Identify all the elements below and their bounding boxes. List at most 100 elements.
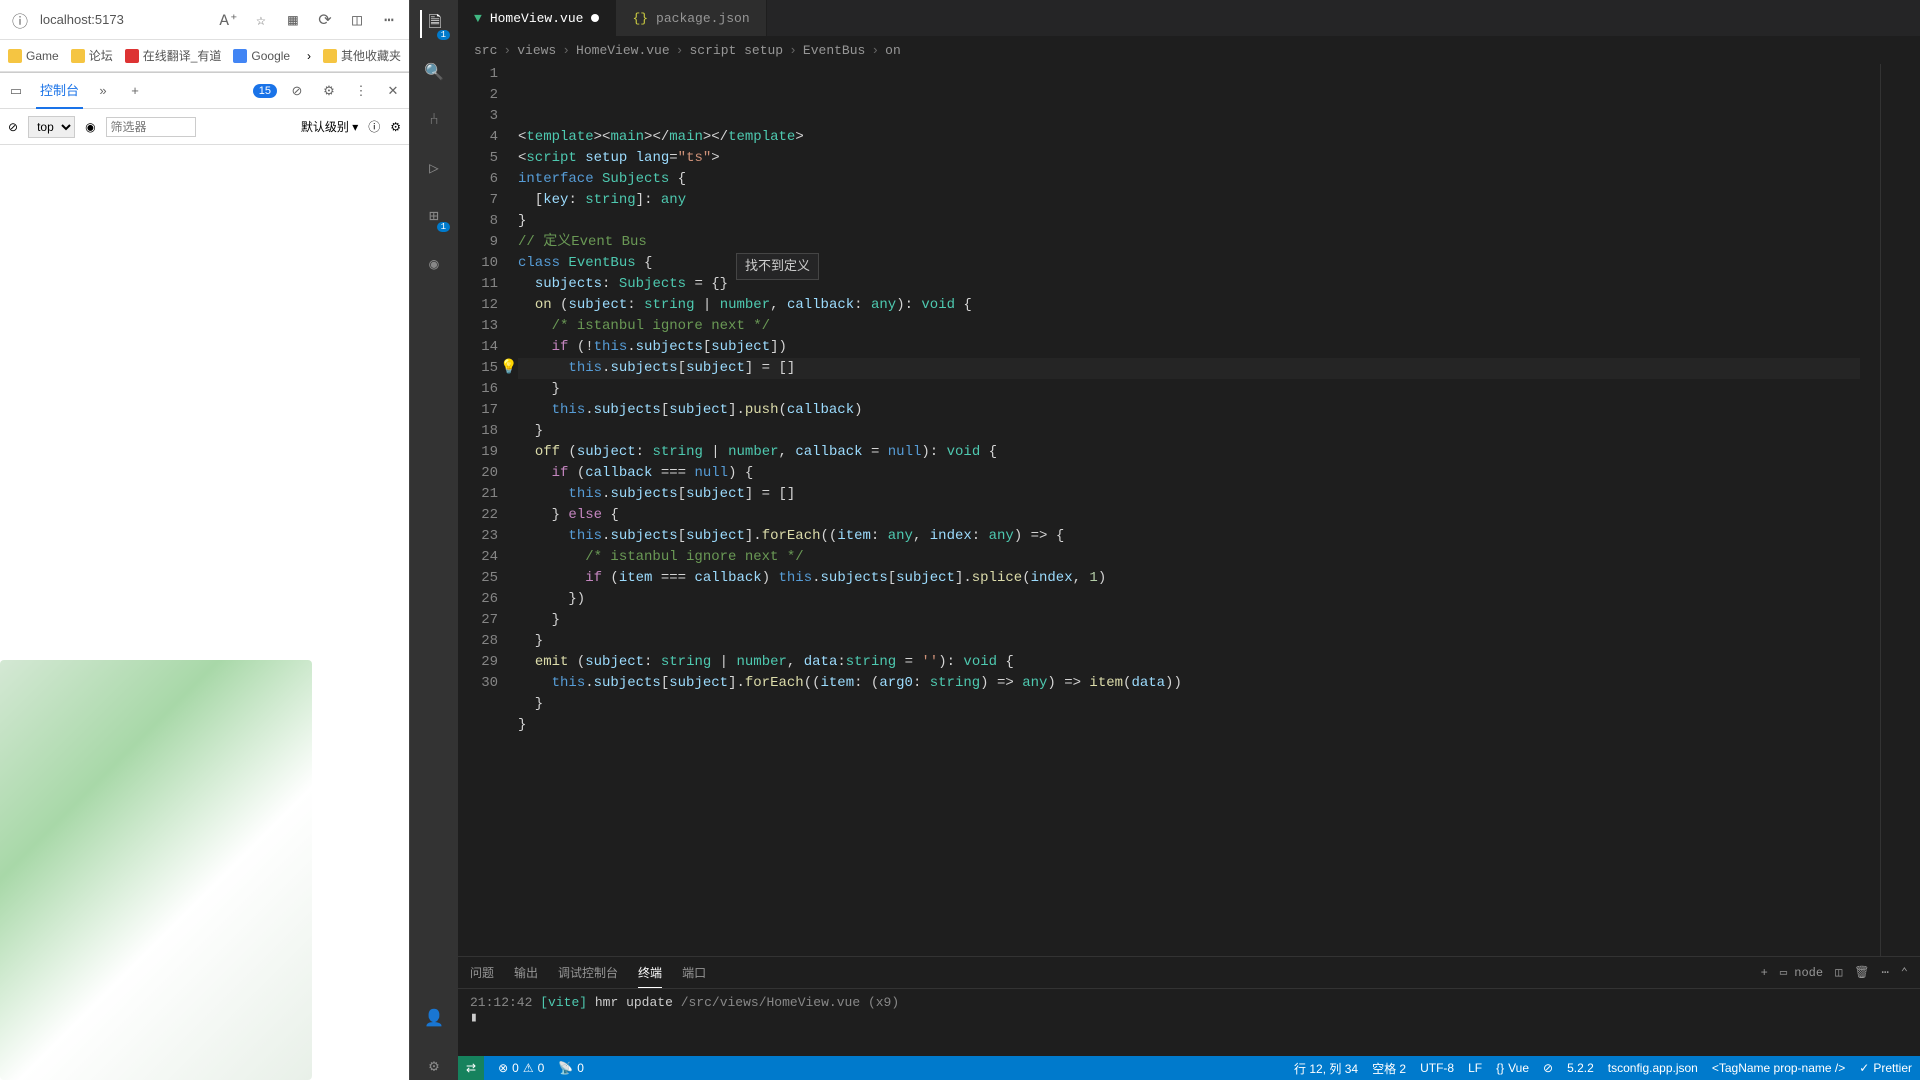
- eye-icon[interactable]: ◉: [85, 120, 95, 134]
- code-line[interactable]: }): [518, 589, 1860, 610]
- code-line[interactable]: this.subjects[subject].forEach((item: (a…: [518, 673, 1860, 694]
- editor-tab[interactable]: {}package.json: [616, 0, 766, 36]
- code-line[interactable]: this.subjects[subject] = []: [518, 484, 1860, 505]
- ts-version[interactable]: 5.2.2: [1567, 1061, 1594, 1075]
- chevron-up-icon[interactable]: ⌃: [1901, 965, 1908, 980]
- breadcrumb-item[interactable]: on: [885, 43, 901, 58]
- panel-tab[interactable]: 终端: [638, 958, 662, 988]
- edge-icon[interactable]: ◉: [420, 250, 448, 278]
- bookmark-item[interactable]: 其他收藏夹: [323, 47, 401, 64]
- panel-tab[interactable]: 调试控制台: [558, 958, 618, 987]
- code-line[interactable]: }: [518, 379, 1860, 400]
- encoding[interactable]: UTF-8: [1420, 1061, 1454, 1075]
- star-icon[interactable]: ☆: [249, 8, 273, 32]
- source-control-icon[interactable]: ⑃: [420, 106, 448, 134]
- more-icon[interactable]: ⋯: [377, 8, 401, 32]
- code-line[interactable]: /* istanbul ignore next */: [518, 547, 1860, 568]
- info-icon[interactable]: ⓘ: [368, 118, 380, 135]
- code-line[interactable]: emit (subject: string | number, data:str…: [518, 652, 1860, 673]
- problems-status[interactable]: ⊗ 0 ⚠ 0: [498, 1061, 544, 1075]
- kebab-icon[interactable]: ⋮: [349, 79, 373, 103]
- filter-input[interactable]: [106, 117, 196, 137]
- bookmark-item[interactable]: 在线翻译_有道: [125, 47, 222, 64]
- minimap[interactable]: [1880, 64, 1920, 956]
- remote-indicator[interactable]: ⇄: [458, 1056, 484, 1080]
- code-line[interactable]: this.subjects[subject].push(callback): [518, 400, 1860, 421]
- code-line[interactable]: class EventBus {: [518, 253, 1860, 274]
- code-line[interactable]: subjects: Subjects = {}: [518, 274, 1860, 295]
- inspect-icon[interactable]: ▭: [4, 79, 28, 103]
- code-line[interactable]: <script setup lang="ts">: [518, 148, 1860, 169]
- terminal-shell-select[interactable]: ▭ node: [1780, 965, 1823, 980]
- tsconfig[interactable]: tsconfig.app.json: [1608, 1061, 1698, 1075]
- code-line[interactable]: interface Subjects {: [518, 169, 1860, 190]
- indentation[interactable]: 空格 2: [1372, 1060, 1406, 1077]
- code-line[interactable]: }: [518, 694, 1860, 715]
- code-line[interactable]: }: [518, 421, 1860, 442]
- bookmark-item[interactable]: Google: [233, 49, 290, 63]
- manage-icon[interactable]: ⚙: [420, 1052, 448, 1080]
- code-line[interactable]: on (subject: string | number, callback: …: [518, 295, 1860, 316]
- issues-badge[interactable]: 15: [253, 84, 277, 98]
- code-line[interactable]: if (!this.subjects[subject]): [518, 337, 1860, 358]
- code-line[interactable]: /* istanbul ignore next */: [518, 316, 1860, 337]
- split-icon[interactable]: ◫: [345, 8, 369, 32]
- reader-icon[interactable]: A⁺: [217, 8, 241, 32]
- code-line[interactable]: [key: string]: any: [518, 190, 1860, 211]
- panel-tab[interactable]: 输出: [514, 958, 538, 987]
- more-icon[interactable]: ⋯: [1882, 965, 1889, 980]
- breadcrumb-item[interactable]: views: [517, 43, 556, 58]
- code-line[interactable]: if (item === callback) this.subjects[sub…: [518, 568, 1860, 589]
- notifications-icon[interactable]: ⊘: [1543, 1061, 1553, 1075]
- chevron-right-icon[interactable]: ›: [307, 49, 311, 63]
- code-line[interactable]: // 定义Event Bus: [518, 232, 1860, 253]
- site-info-icon[interactable]: ⓘ: [8, 8, 32, 32]
- context-select[interactable]: top: [28, 116, 75, 138]
- code-lines[interactable]: <template><main></main></template><scrip…: [518, 64, 1880, 956]
- code-editor[interactable]: 1234567891011121314151617181920212223242…: [458, 64, 1920, 956]
- prettier-status[interactable]: ✓ Prettier: [1859, 1061, 1912, 1075]
- editor-tab[interactable]: ▼HomeView.vue: [458, 0, 616, 36]
- code-line[interactable]: }: [518, 211, 1860, 232]
- breadcrumb-item[interactable]: src: [474, 43, 497, 58]
- breadcrumb-item[interactable]: HomeView.vue: [576, 43, 670, 58]
- bookmark-item[interactable]: Game: [8, 49, 59, 63]
- terminal-content[interactable]: 21:12:42 [vite] hmr update /src/views/Ho…: [458, 989, 1920, 1056]
- clear-icon[interactable]: ⊘: [8, 120, 18, 134]
- debug-icon[interactable]: ▷: [420, 154, 448, 182]
- explorer-icon[interactable]: 🗎1: [420, 10, 448, 38]
- collections-icon[interactable]: ▦: [281, 8, 305, 32]
- url-bar[interactable]: localhost:5173: [40, 12, 209, 27]
- lightbulb-icon[interactable]: 💡: [500, 358, 517, 379]
- eol[interactable]: LF: [1468, 1061, 1482, 1075]
- level-select[interactable]: 默认级别 ▾: [301, 118, 358, 135]
- code-line[interactable]: }: [518, 715, 1860, 736]
- breadcrumb-item[interactable]: EventBus: [803, 43, 865, 58]
- code-line[interactable]: if (callback === null) {: [518, 463, 1860, 484]
- language-mode[interactable]: {} Vue: [1496, 1061, 1529, 1075]
- code-line[interactable]: }: [518, 631, 1860, 652]
- panel-tab[interactable]: 端口: [682, 958, 706, 987]
- tagname-format[interactable]: <TagName prop-name />: [1712, 1061, 1845, 1075]
- refresh-icon[interactable]: ⟳: [313, 8, 337, 32]
- trash-icon[interactable]: 🗑: [1854, 965, 1869, 980]
- code-line[interactable]: 💡 this.subjects[subject] = []: [518, 358, 1860, 379]
- extensions-icon[interactable]: ⊞1: [420, 202, 448, 230]
- settings-icon[interactable]: ⚙: [317, 79, 341, 103]
- code-line[interactable]: } else {: [518, 505, 1860, 526]
- link-icon[interactable]: ⊘: [285, 79, 309, 103]
- breadcrumb[interactable]: src›views›HomeView.vue›script setup›Even…: [458, 36, 1920, 64]
- gear-icon[interactable]: ⚙: [390, 120, 401, 134]
- breadcrumb-item[interactable]: script setup: [689, 43, 783, 58]
- account-icon[interactable]: 👤: [420, 1004, 448, 1032]
- search-icon[interactable]: 🔍: [420, 58, 448, 86]
- ports-status[interactable]: 📡 0: [558, 1061, 584, 1075]
- code-line[interactable]: <template><main></main></template>: [518, 127, 1860, 148]
- split-terminal-icon[interactable]: ◫: [1835, 965, 1842, 980]
- console-tab[interactable]: 控制台: [36, 72, 83, 109]
- code-line[interactable]: off (subject: string | number, callback …: [518, 442, 1860, 463]
- code-line[interactable]: this.subjects[subject].forEach((item: an…: [518, 526, 1860, 547]
- panel-tab[interactable]: 问题: [470, 958, 494, 987]
- chevron-right-icon[interactable]: »: [91, 79, 115, 103]
- close-icon[interactable]: ✕: [381, 79, 405, 103]
